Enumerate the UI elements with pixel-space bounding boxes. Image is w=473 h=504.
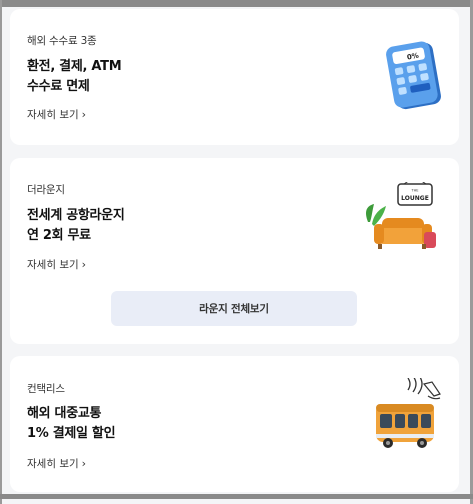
details-link[interactable]: 자세히 보기 › (27, 456, 86, 471)
card-title: 전세계 공항라운지 연 2회 무료 (27, 206, 125, 246)
bottom-edge-bar (0, 494, 473, 499)
benefit-card-lounge[interactable]: 더라운지 전세계 공항라운지 연 2회 무료 자세히 보기 › THE LOUN… (10, 158, 459, 344)
details-link-label: 자세히 보기 (27, 109, 79, 121)
lounge-sign-text: LOUNGE (401, 195, 429, 202)
chevron-right-icon: › (81, 108, 87, 121)
top-edge-bar (0, 0, 473, 7)
card-title: 환전, 결제, ATM 수수료 면제 (27, 57, 122, 97)
card-title-line1: 전세계 공항라운지 (27, 208, 125, 223)
card-title-line2: 연 2회 무료 (27, 228, 91, 243)
calculator-icon: 0% (386, 41, 441, 110)
details-link[interactable]: 자세히 보기 › (27, 257, 86, 272)
card-title-line2: 수수료 면제 (27, 79, 90, 94)
card-category: 해외 수수료 3종 (27, 35, 97, 47)
lounge-sofa-icon: THE LOUNGE (366, 182, 436, 249)
details-link-label: 자세히 보기 (27, 259, 79, 271)
card-category: 더라운지 (27, 184, 65, 196)
chevron-right-icon: › (81, 457, 87, 470)
benefit-card-contactless[interactable]: 컨택리스 해외 대중교통 1% 결제일 할인 자세히 보기 › (10, 356, 459, 492)
contactless-bus-icon (376, 378, 441, 448)
card-title-line1: 해외 대중교통 (27, 406, 102, 421)
view-all-lounges-button[interactable]: 라운지 전체보기 (111, 291, 357, 326)
card-title: 해외 대중교통 1% 결제일 할인 (27, 404, 116, 444)
card-title-line2: 1% 결제일 할인 (27, 426, 116, 441)
left-edge-bar (0, 0, 2, 504)
benefit-card-fees[interactable]: 해외 수수료 3종 환전, 결제, ATM 수수료 면제 자세히 보기 › 0% (10, 9, 459, 145)
card-title-line1: 환전, 결제, ATM (27, 59, 122, 74)
card-category: 컨택리스 (27, 383, 65, 395)
details-link[interactable]: 자세히 보기 › (27, 107, 86, 122)
chevron-right-icon: › (81, 258, 87, 271)
details-link-label: 자세히 보기 (27, 458, 79, 470)
lounge-sign-small-text: THE (411, 189, 419, 193)
